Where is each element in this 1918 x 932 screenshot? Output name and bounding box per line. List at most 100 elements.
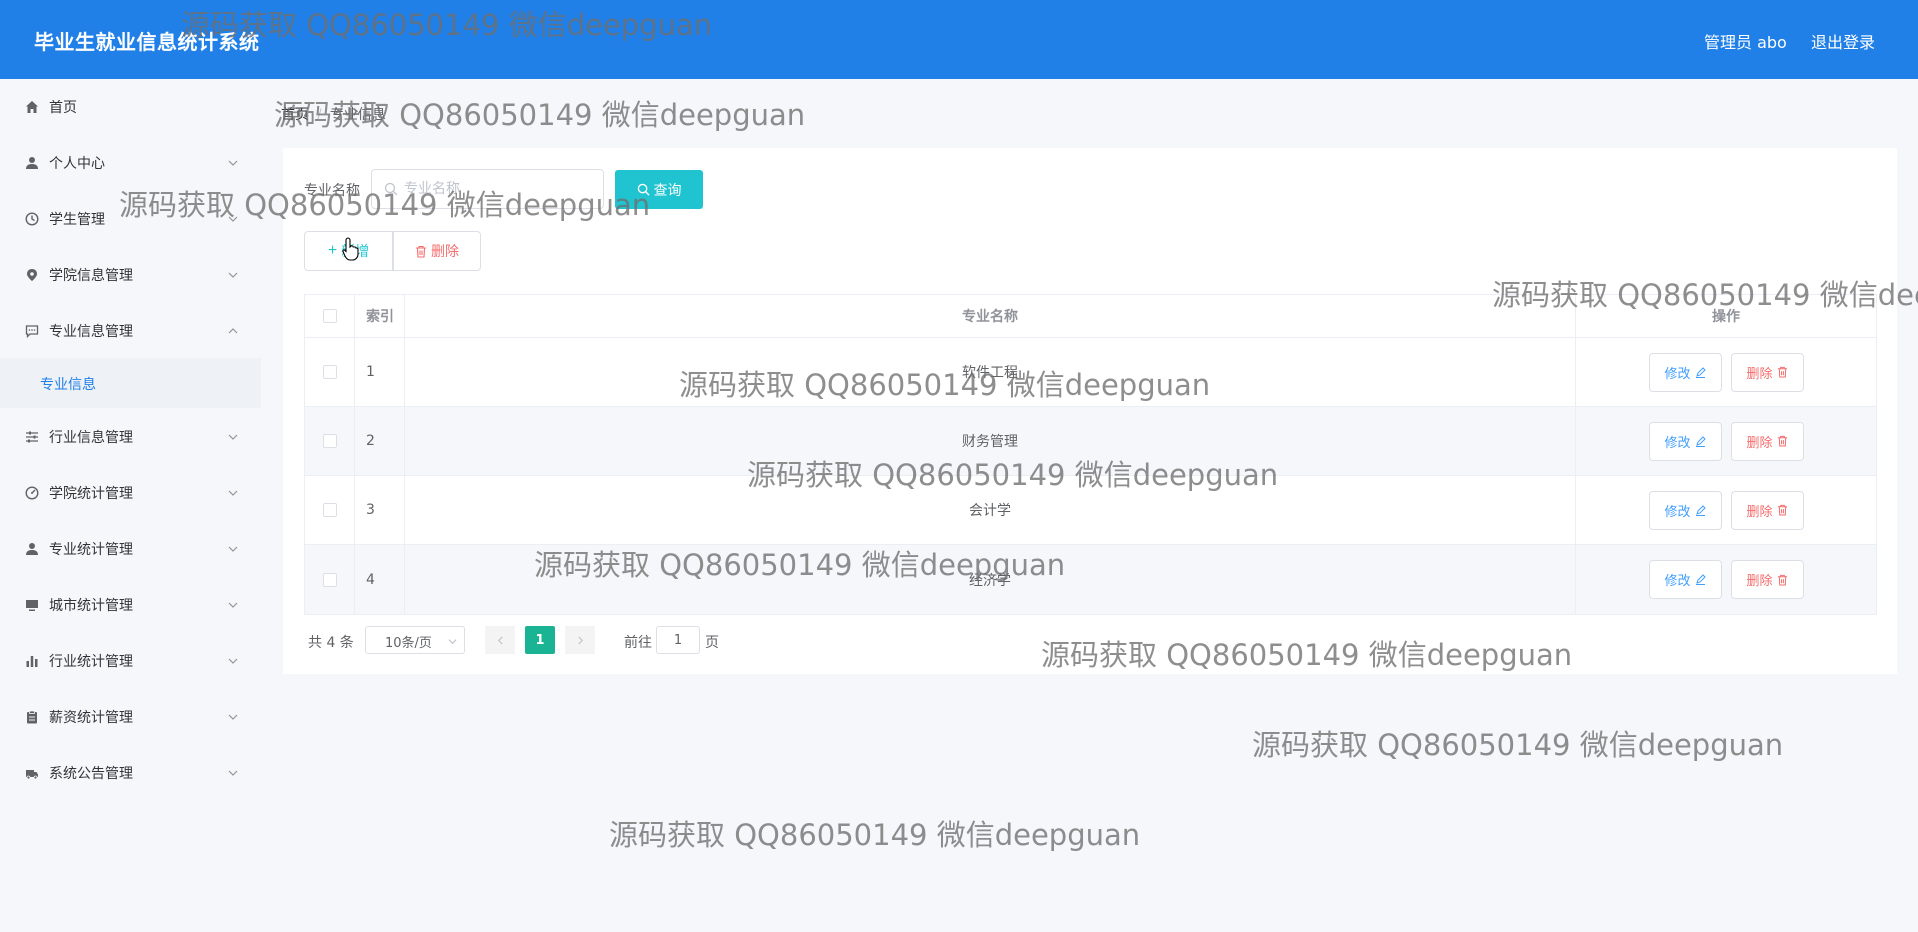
cell-index: 4	[355, 545, 405, 614]
sidebar-item-home[interactable]: 首页	[0, 87, 261, 127]
next-page-button[interactable]	[565, 626, 595, 654]
sidebar-subitem-label: 专业信息	[40, 377, 96, 393]
select-all-checkbox[interactable]	[322, 309, 337, 323]
sidebar-item-label: 学院信息管理	[49, 268, 133, 284]
delete-row-button[interactable]: 删除	[1730, 490, 1804, 530]
goto-suffix: 页	[705, 635, 719, 651]
cell-actions: 修改 删除	[1576, 545, 1876, 614]
clipboard-icon	[24, 709, 40, 725]
chevron-left-icon	[497, 635, 503, 645]
sidebar-item-label: 行业统计管理	[49, 654, 133, 670]
row-check-cell	[305, 338, 355, 406]
cell-major-name: 经济学	[405, 545, 1576, 614]
sidebar-item-label: 学院统计管理	[49, 486, 133, 502]
chevron-down-icon	[228, 602, 238, 608]
sidebar-item-major-info[interactable]: 专业信息管理	[0, 311, 261, 351]
breadcrumb-separator: /	[317, 107, 322, 123]
admin-user-label[interactable]: 管理员 abo	[1704, 29, 1787, 53]
sidebar-item-label: 首页	[49, 100, 77, 116]
chevron-up-icon	[228, 328, 238, 334]
row-checkbox[interactable]	[322, 365, 337, 379]
trash-icon	[1777, 574, 1787, 586]
user-icon	[24, 155, 40, 171]
delete-label: 删除	[1746, 504, 1773, 520]
gauge-icon	[24, 485, 40, 501]
bar-chart-icon	[24, 653, 40, 669]
row-check-cell	[305, 545, 355, 614]
breadcrumb: 首页 / 专业信息	[281, 104, 386, 124]
cell-actions: 修改 删除	[1576, 407, 1876, 475]
table-row: 3 会计学 修改 删除	[305, 476, 1876, 545]
table-row: 4 经济学 修改 删除	[305, 545, 1876, 614]
sidebar-item-label: 行业信息管理	[49, 430, 133, 446]
sidebar-item-announcements[interactable]: 系统公告管理	[0, 753, 261, 793]
goto-page-input[interactable]	[656, 626, 700, 654]
edit-icon	[1695, 366, 1706, 378]
row-checkbox[interactable]	[322, 434, 337, 448]
search-icon	[384, 182, 398, 196]
row-check-cell	[305, 476, 355, 544]
chevron-down-icon	[228, 714, 238, 720]
edit-button[interactable]: 修改	[1648, 352, 1722, 392]
delete-row-button[interactable]: 删除	[1730, 352, 1804, 392]
sliders-icon	[24, 429, 40, 445]
search-label: 专业名称	[304, 183, 360, 199]
row-checkbox[interactable]	[322, 503, 337, 517]
sidebar-subitem-major-info[interactable]: 专业信息	[0, 358, 261, 408]
edit-label: 修改	[1664, 504, 1691, 520]
pagination-total: 共 4 条	[308, 635, 354, 651]
chevron-down-icon	[228, 658, 238, 664]
truck-icon	[24, 765, 40, 781]
sidebar-item-major-stats[interactable]: 专业统计管理	[0, 529, 261, 569]
trash-icon	[1777, 435, 1787, 447]
mouse-pointer-icon	[342, 237, 359, 261]
app-title: 毕业生就业信息统计系统	[34, 30, 260, 54]
clock-icon	[24, 211, 40, 227]
sidebar-item-industry-stats[interactable]: 行业统计管理	[0, 641, 261, 681]
prev-page-button[interactable]	[485, 626, 515, 654]
search-icon	[637, 183, 650, 196]
cell-major-name: 会计学	[405, 476, 1576, 544]
edit-button[interactable]: 修改	[1648, 560, 1722, 599]
sidebar-item-industry-info[interactable]: 行业信息管理	[0, 417, 261, 457]
chevron-down-icon	[228, 770, 238, 776]
sidebar-item-city-stats[interactable]: 城市统计管理	[0, 585, 261, 625]
chat-icon	[24, 323, 40, 339]
column-header-index: 索引	[355, 295, 405, 337]
search-field[interactable]	[371, 169, 604, 209]
chevron-down-icon	[228, 490, 238, 496]
cell-major-name: 软件工程	[405, 338, 1576, 406]
delete-row-button[interactable]: 删除	[1730, 560, 1804, 599]
edit-button[interactable]: 修改	[1648, 421, 1722, 461]
chevron-down-icon	[228, 272, 238, 278]
chevron-right-icon	[577, 635, 583, 645]
breadcrumb-current: 专业信息	[329, 107, 386, 123]
cell-index: 2	[355, 407, 405, 475]
edit-button[interactable]: 修改	[1648, 490, 1722, 530]
query-button[interactable]: 查询	[615, 170, 703, 209]
sidebar-item-student-management[interactable]: 学生管理	[0, 199, 261, 239]
sidebar-item-college-info[interactable]: 学院信息管理	[0, 255, 261, 295]
chevron-down-icon	[228, 216, 238, 222]
breadcrumb-home[interactable]: 首页	[281, 107, 309, 123]
trash-icon	[1777, 366, 1787, 378]
logout-button[interactable]: 退出登录	[1811, 29, 1875, 53]
sidebar-item-college-stats[interactable]: 学院统计管理	[0, 473, 261, 513]
sidebar-item-label: 专业统计管理	[49, 542, 133, 558]
page-size-select[interactable]: 10条/页	[365, 626, 465, 654]
batch-delete-button[interactable]: 删除	[393, 231, 481, 271]
sidebar-item-salary-stats[interactable]: 薪资统计管理	[0, 697, 261, 737]
edit-label: 修改	[1664, 366, 1691, 382]
sidebar-item-personal-center[interactable]: 个人中心	[0, 143, 261, 183]
search-input[interactable]	[404, 178, 594, 200]
page-number-current[interactable]: 1	[525, 626, 555, 654]
watermark-text: 源码获取 QQ86050149 微信deepguan	[1252, 728, 1784, 762]
edit-icon	[1695, 435, 1706, 447]
user-icon	[24, 541, 40, 557]
location-icon	[24, 267, 40, 283]
delete-label: 删除	[1746, 366, 1773, 382]
trash-icon	[416, 245, 426, 258]
sidebar-item-label: 个人中心	[49, 156, 105, 172]
row-checkbox[interactable]	[322, 572, 337, 587]
delete-row-button[interactable]: 删除	[1730, 421, 1804, 461]
